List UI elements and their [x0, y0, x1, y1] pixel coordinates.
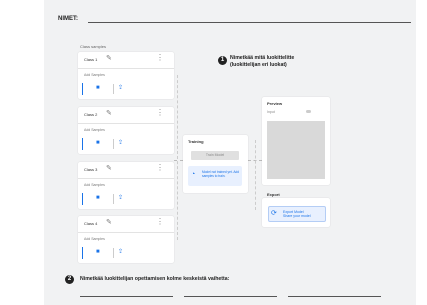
- accent-bar: [82, 193, 83, 205]
- sample-buttons: ■ ⇪: [82, 83, 170, 95]
- more-options-icon[interactable]: ⋮: [156, 164, 164, 172]
- connector-line: [174, 160, 183, 161]
- sample-count: Add Samples: [84, 183, 105, 187]
- pencil-icon[interactable]: ✎: [106, 165, 112, 172]
- names-label: NIMET:: [58, 16, 78, 22]
- divider: [113, 139, 114, 149]
- class-card-header: Class 2 ✎ ⋮: [78, 107, 174, 124]
- upload-icon[interactable]: ⇪: [118, 249, 123, 256]
- video-icon[interactable]: ■: [96, 249, 100, 256]
- export-icon: ⟳: [271, 210, 277, 217]
- divider: [113, 84, 114, 94]
- preview-title: Preview: [267, 101, 283, 106]
- export-title: Export: [267, 192, 280, 197]
- divider: [113, 248, 114, 258]
- sample-count: Add Samples: [84, 128, 105, 132]
- pencil-icon[interactable]: ✎: [106, 219, 112, 226]
- answer-line-1: [80, 296, 173, 297]
- connector-line: [255, 140, 256, 210]
- connector-line: [177, 75, 178, 240]
- preview-card: Preview Input: [262, 97, 330, 185]
- class-name[interactable]: Class 2: [84, 112, 97, 117]
- sample-buttons: ■ ⇪: [82, 138, 170, 150]
- accent-bar: [82, 83, 83, 95]
- input-toggle[interactable]: [306, 110, 311, 113]
- video-icon[interactable]: ■: [96, 85, 100, 92]
- export-model-button[interactable]: ⟳ Export Model Share your model: [268, 206, 326, 222]
- preview-input-label: Input: [267, 110, 275, 114]
- class-name[interactable]: Class 1: [84, 57, 97, 62]
- video-icon[interactable]: ■: [96, 195, 100, 202]
- sample-count: Add Samples: [84, 237, 105, 241]
- question-2-text: Nimetkää luokittelijan opettamisen kolme…: [80, 276, 230, 282]
- accent-bar: [82, 247, 83, 259]
- preview-area: [267, 121, 325, 179]
- classes-section-label: Class samples: [80, 44, 107, 49]
- info-icon: ◔: [191, 171, 196, 178]
- class-name[interactable]: Class 3: [84, 167, 97, 172]
- class-card-header: Class 1 ✎ ⋮: [78, 52, 174, 69]
- sample-buttons: ■ ⇪: [82, 193, 170, 205]
- answer-line-2: [184, 296, 277, 297]
- class-card-header: Class 3 ✎ ⋮: [78, 162, 174, 179]
- upload-icon[interactable]: ⇪: [118, 140, 123, 147]
- class-card-1: Class 1 ✎ ⋮ Add Samples ■ ⇪: [78, 52, 174, 99]
- export-card: Export ⟳ Export Model Share your model: [262, 192, 330, 227]
- training-card: Training Train Model ◔ Model not trained…: [183, 135, 248, 193]
- class-card-2: Class 2 ✎ ⋮ Add Samples ■ ⇪: [78, 107, 174, 154]
- answer-line-3: [288, 296, 381, 297]
- accent-bar: [82, 138, 83, 150]
- class-card-3: Class 3 ✎ ⋮ Add Samples ■ ⇪: [78, 162, 174, 209]
- class-card-header: Class 4 ✎ ⋮: [78, 216, 174, 233]
- names-answer-line: [88, 22, 411, 23]
- upload-icon[interactable]: ⇪: [118, 85, 123, 92]
- question-2-badge: 2: [65, 275, 74, 284]
- pencil-icon[interactable]: ✎: [106, 55, 112, 62]
- more-options-icon[interactable]: ⋮: [156, 109, 164, 117]
- class-name[interactable]: Class 4: [84, 221, 97, 226]
- more-options-icon[interactable]: ⋮: [156, 54, 164, 62]
- training-info-text: Model not trained yet. Add samples to tr…: [202, 170, 240, 178]
- video-icon[interactable]: ■: [96, 140, 100, 147]
- export-button-text: Export Model Share your model: [283, 210, 311, 218]
- upload-icon[interactable]: ⇪: [118, 195, 123, 202]
- question-1-text: Nimetkää mitä luokittelitte (luokittelij…: [230, 55, 295, 68]
- sample-count: Add Samples: [84, 73, 105, 77]
- question-1-badge: 1: [218, 56, 227, 65]
- pencil-icon[interactable]: ✎: [106, 110, 112, 117]
- class-card-4: Class 4 ✎ ⋮ Add Samples ■ ⇪: [78, 216, 174, 263]
- training-title: Training: [188, 139, 204, 144]
- divider: [113, 194, 114, 204]
- sample-buttons: ■ ⇪: [82, 247, 170, 259]
- training-info: ◔ Model not trained yet. Add samples to …: [188, 166, 242, 186]
- more-options-icon[interactable]: ⋮: [156, 218, 164, 226]
- train-model-button[interactable]: Train Model: [191, 151, 239, 160]
